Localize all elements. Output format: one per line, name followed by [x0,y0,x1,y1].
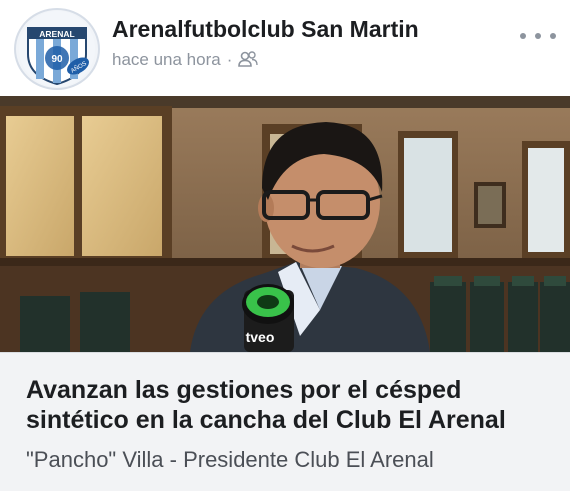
post-timestamp[interactable]: hace una hora [112,50,221,69]
club-crest-logo: ARENAL 90 AÑOS [19,11,95,87]
page-name-link[interactable]: Arenalfutbolclub San Martin [112,16,419,43]
link-description: "Pancho" Villa - Presidente Club El Aren… [26,447,434,472]
post-photo[interactable]: tveo [0,96,570,352]
friends-audience-icon[interactable] [238,50,259,68]
mic-brand: tveo [246,329,275,345]
post-meta: hace una hora · [112,50,259,70]
crest-text: ARENAL [39,29,74,39]
more-dot [535,33,541,39]
post-header: ARENAL 90 AÑOS Arenalfutbolclub San Mart… [0,0,570,96]
svg-text:90: 90 [51,54,63,65]
link-preview-card[interactable]: Avanzan las gestiones por el césped sint… [0,352,570,491]
interview-photo: tveo [0,96,570,352]
more-dot [520,33,526,39]
page-avatar[interactable]: ARENAL 90 AÑOS [14,8,100,90]
meta-separator: · [226,50,233,69]
link-headline[interactable]: Avanzan las gestiones por el césped sint… [26,375,556,435]
more-options-icon[interactable] [520,22,556,50]
more-dot [550,33,556,39]
